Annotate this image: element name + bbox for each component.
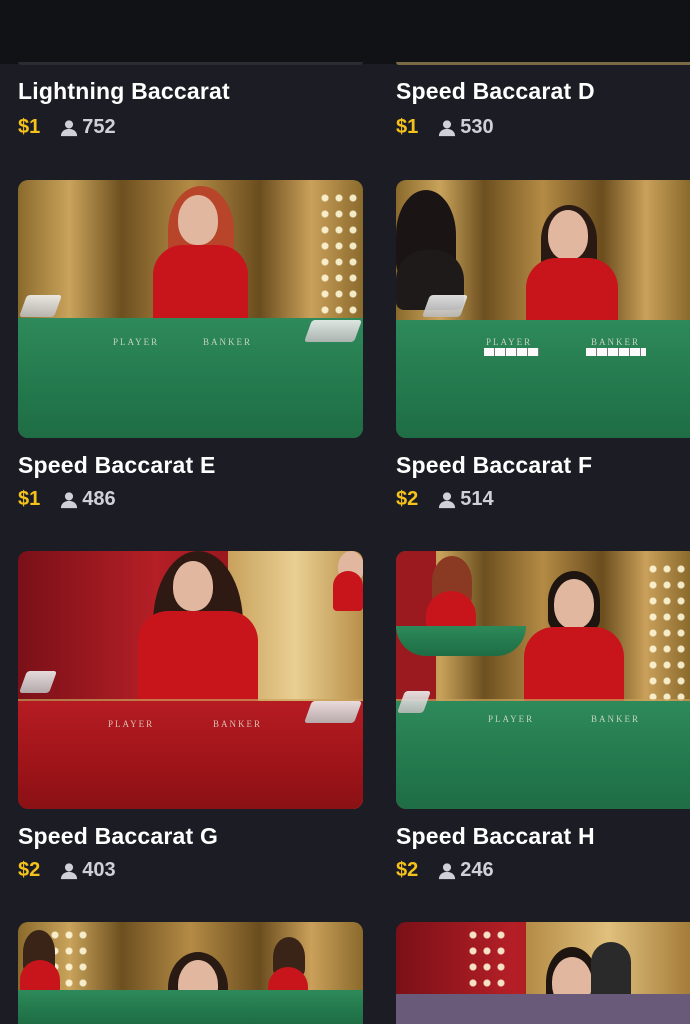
game-meta: $2 514 <box>396 488 494 511</box>
table-label-banker: BANKER <box>591 714 641 724</box>
min-bet: $1 <box>18 488 41 510</box>
game-meta: $1 486 <box>18 488 116 511</box>
player-count: 403 <box>60 859 116 882</box>
player-count-value: 403 <box>82 859 116 881</box>
game-meta: $2 403 <box>18 859 116 882</box>
player-count-value: 530 <box>460 116 494 138</box>
game-card-speed-baccarat-f[interactable]: PLAYER BANKER Speed Baccarat F $2 514 <box>396 180 690 510</box>
min-bet: $1 <box>18 116 41 138</box>
table-label-player: PLAYER <box>486 337 533 347</box>
user-icon <box>439 119 456 136</box>
table-label-player: PLAYER <box>108 719 155 729</box>
game-title: Speed Baccarat D <box>396 78 595 104</box>
game-card-speed-baccarat-e[interactable]: PLAYER BANKER Speed Baccarat E $1 486 <box>18 180 363 510</box>
game-title: Speed Baccarat G <box>18 823 219 849</box>
game-card-partial[interactable] <box>18 922 363 1024</box>
game-card-speed-baccarat-h[interactable]: PLAYER BANKER Speed Baccarat H $2 246 <box>396 551 690 881</box>
table-label-banker: BANKER <box>591 337 641 347</box>
min-bet: $2 <box>396 859 419 881</box>
previous-card-edge <box>396 62 690 65</box>
top-bar <box>0 0 690 65</box>
table-label-banker: BANKER <box>203 337 253 347</box>
player-count-value: 246 <box>460 859 494 881</box>
player-count-value: 486 <box>82 488 116 510</box>
game-card-partial[interactable] <box>396 922 690 1024</box>
game-thumbnail[interactable] <box>396 922 690 1024</box>
player-count: 486 <box>60 488 116 511</box>
game-thumbnail[interactable]: PLAYER BANKER <box>18 551 363 809</box>
game-thumbnail[interactable]: PLAYER BANKER <box>396 180 690 438</box>
player-count: 246 <box>438 859 494 882</box>
game-card-lightning-baccarat[interactable]: Lightning Baccarat $1 752 <box>18 66 363 146</box>
game-card-speed-baccarat-d[interactable]: Speed Baccarat D $1 530 <box>396 66 690 146</box>
player-count: 752 <box>60 116 116 139</box>
user-icon <box>439 491 456 508</box>
game-thumbnail[interactable]: PLAYER BANKER <box>396 551 690 809</box>
game-thumbnail[interactable]: PLAYER BANKER <box>18 180 363 438</box>
user-icon <box>439 862 456 879</box>
game-thumbnail[interactable] <box>18 922 363 1024</box>
table-label-banker: BANKER <box>213 719 263 729</box>
min-bet: $2 <box>18 859 41 881</box>
min-bet: $2 <box>396 488 419 510</box>
game-title: Lightning Baccarat <box>18 78 230 104</box>
game-meta: $1 752 <box>18 116 116 139</box>
game-title: Speed Baccarat F <box>396 452 593 478</box>
previous-card-edge <box>18 62 363 65</box>
user-icon <box>61 119 78 136</box>
game-title: Speed Baccarat H <box>396 823 595 849</box>
game-meta: $2 246 <box>396 859 494 882</box>
player-count-value: 514 <box>460 488 494 510</box>
player-count-value: 752 <box>82 116 116 138</box>
min-bet: $1 <box>396 116 419 138</box>
player-count: 514 <box>438 488 494 511</box>
table-label-player: PLAYER <box>488 714 535 724</box>
game-title: Speed Baccarat E <box>18 452 216 478</box>
user-icon <box>61 862 78 879</box>
player-count: 530 <box>438 116 494 139</box>
game-card-speed-baccarat-g[interactable]: PLAYER BANKER Speed Baccarat G $2 403 <box>18 551 363 881</box>
game-meta: $1 530 <box>396 116 494 139</box>
user-icon <box>61 491 78 508</box>
table-label-player: PLAYER <box>113 337 160 347</box>
